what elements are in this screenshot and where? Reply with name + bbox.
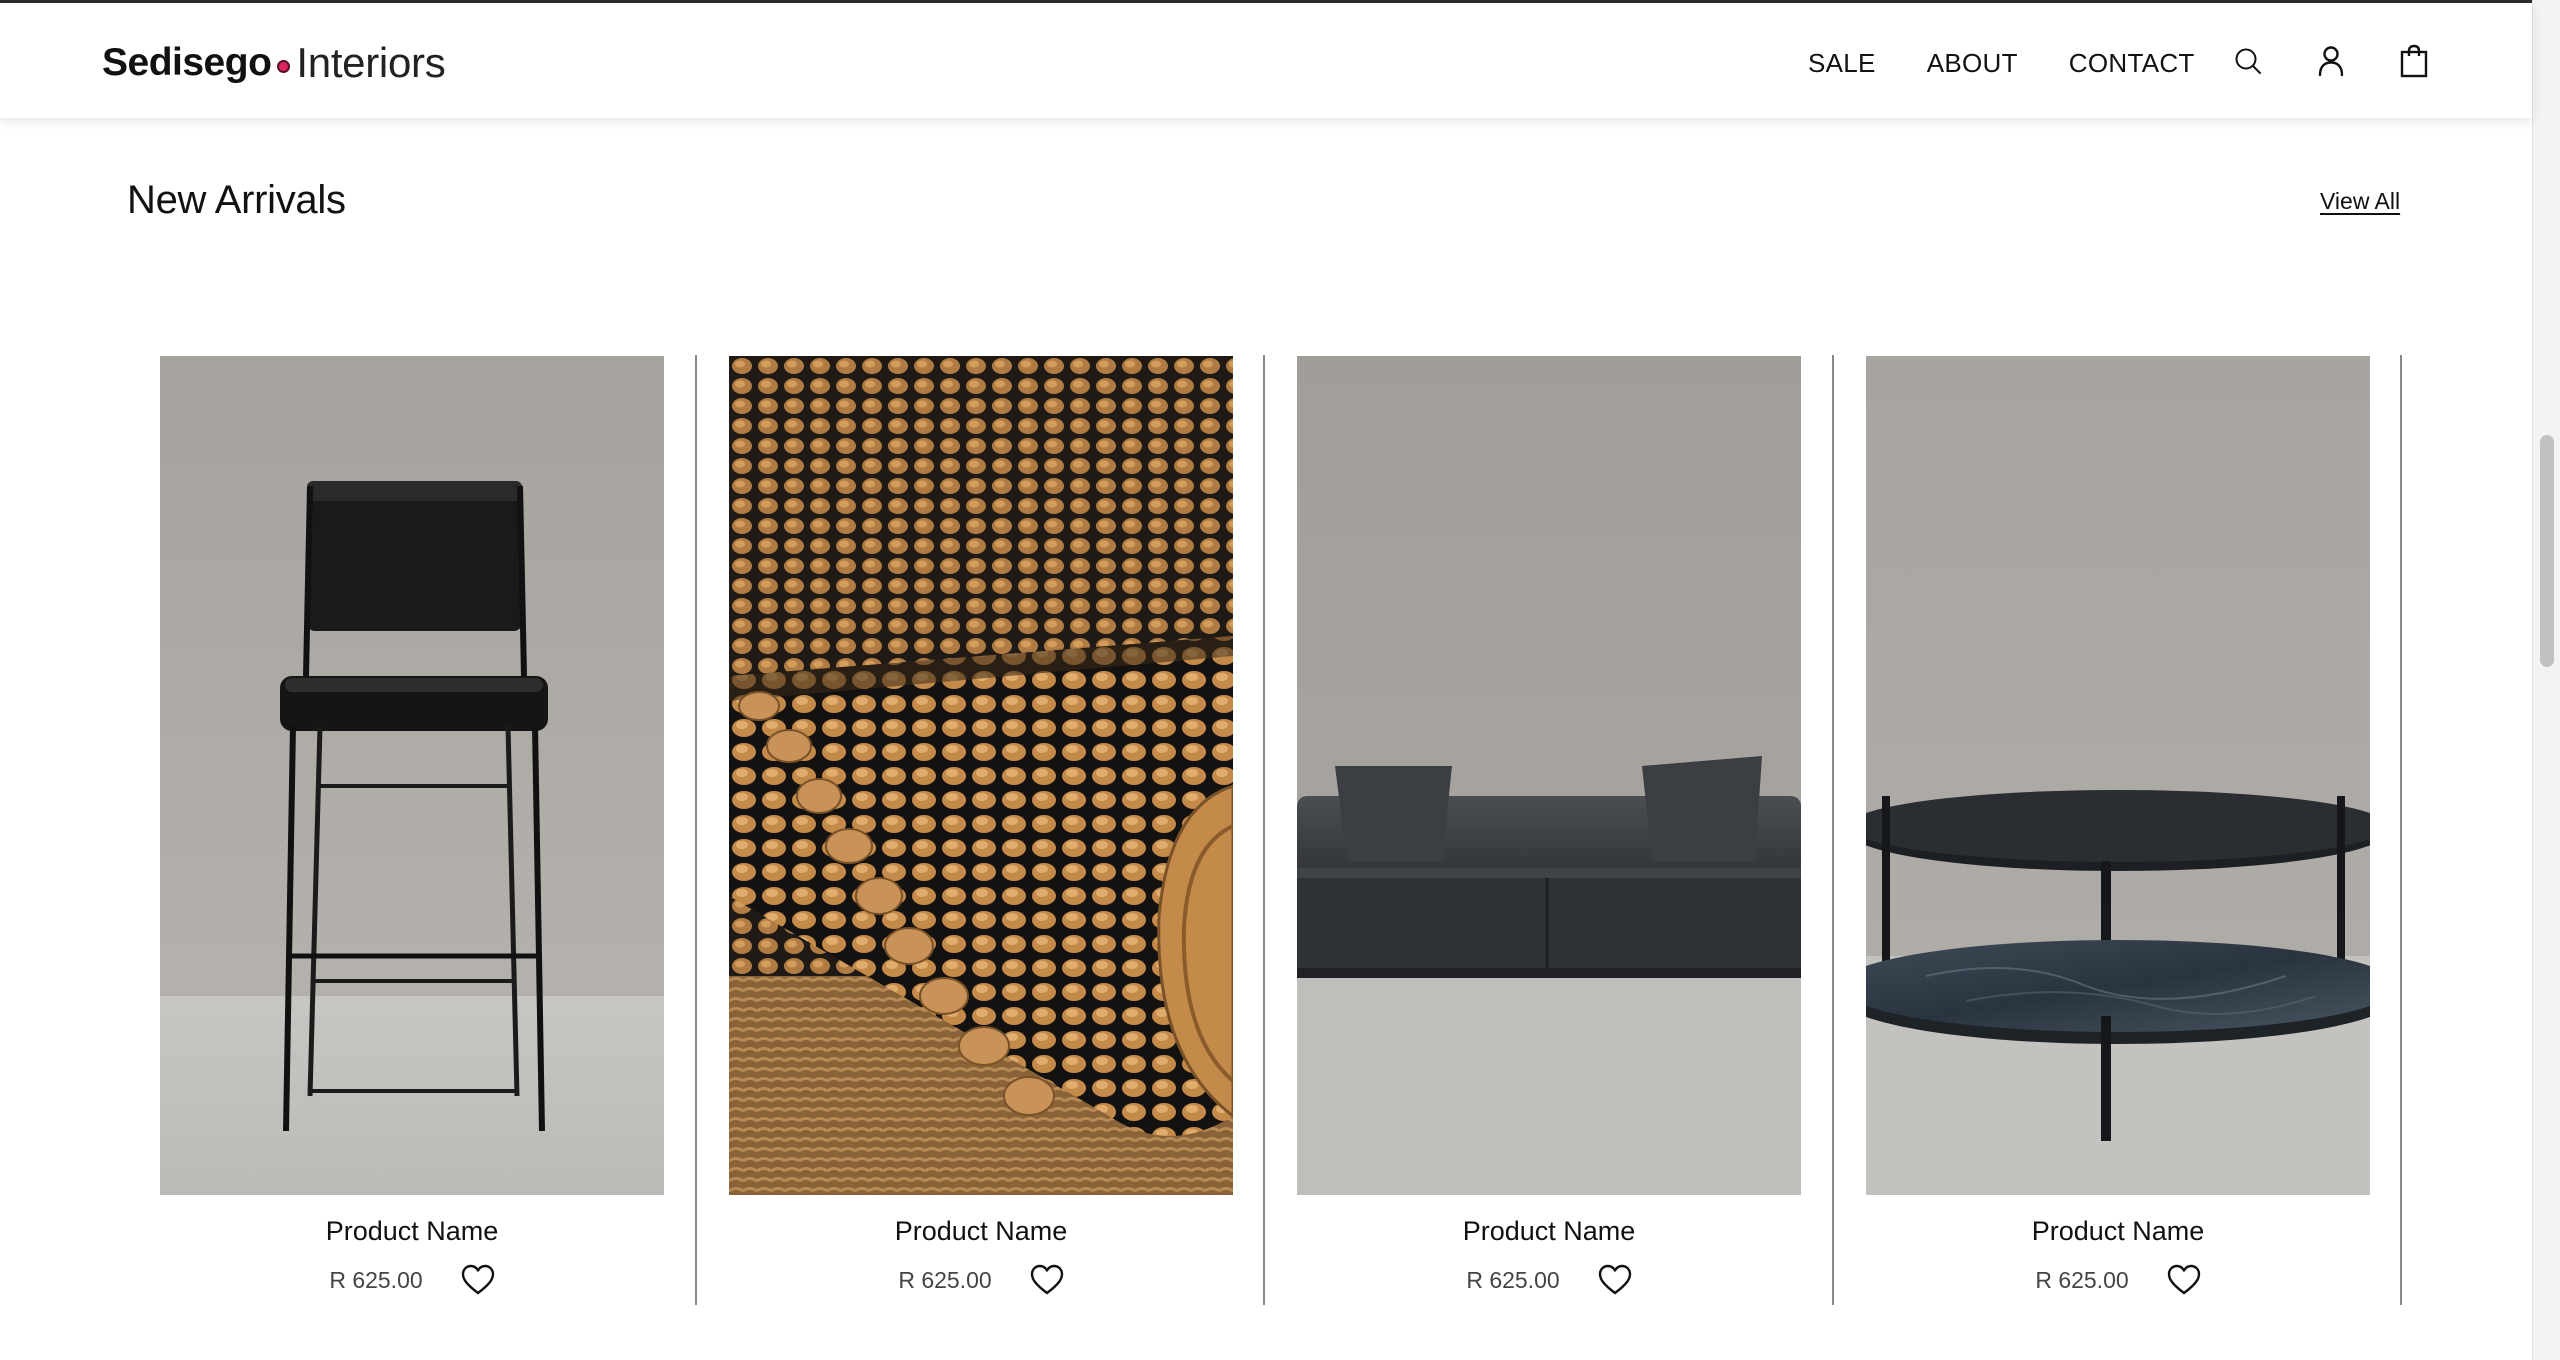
logo[interactable]: Sedisego Interiors	[102, 33, 446, 93]
product-card[interactable]: Product Name R 625.00	[1297, 356, 1801, 1295]
nav-about-link[interactable]: ABOUT	[1927, 41, 2018, 85]
product-name[interactable]: Product Name	[1866, 1216, 2370, 1247]
logo-dot	[277, 59, 291, 73]
price-row: R 625.00	[1866, 1264, 2370, 1296]
product-carousel: Product Name R 625.00 Product Name R 625…	[0, 0, 2532, 1360]
site-header: Sedisego Interiors SALE ABOUT CONTACT	[0, 3, 2532, 118]
main-nav: SALE ABOUT CONTACT	[1808, 41, 2195, 85]
search-icon[interactable]	[2230, 43, 2266, 79]
shopping-bag-icon[interactable]	[2396, 43, 2432, 79]
product-divider	[2400, 355, 2402, 1305]
product-name[interactable]: Product Name	[1297, 1216, 1801, 1247]
product-image-bar-stool[interactable]	[160, 356, 664, 1195]
product-price: R 625.00	[1466, 1266, 1560, 1293]
header-icons	[2230, 43, 2432, 79]
nav-sale-link[interactable]: SALE	[1808, 41, 1876, 85]
price-row: R 625.00	[729, 1264, 1233, 1296]
heart-icon[interactable]	[461, 1264, 495, 1296]
product-price: R 625.00	[2035, 1266, 2129, 1293]
logo-sub-text: Interiors	[296, 39, 446, 86]
vertical-scrollbar[interactable]	[2532, 0, 2560, 1360]
logo-main-text: Sedisego	[102, 41, 272, 84]
product-image-woven-rug[interactable]	[729, 356, 1233, 1195]
product-divider	[1832, 355, 1834, 1305]
nav-contact-link[interactable]: CONTACT	[2069, 41, 2195, 85]
product-price: R 625.00	[898, 1266, 992, 1293]
product-price: R 625.00	[329, 1266, 423, 1293]
product-divider	[695, 355, 697, 1305]
product-card[interactable]: Product Name R 625.00	[1866, 356, 2370, 1295]
price-row: R 625.00	[160, 1264, 664, 1296]
heart-icon[interactable]	[2167, 1264, 2201, 1296]
heart-icon[interactable]	[1598, 1264, 1632, 1296]
product-image-round-coffee-table[interactable]	[1866, 356, 2370, 1195]
product-image-leather-sofa[interactable]	[1297, 356, 1801, 1195]
page: Sedisego Interiors SALE ABOUT CONTACT Ne…	[0, 0, 2560, 1360]
price-row: R 625.00	[1297, 1264, 1801, 1296]
product-name[interactable]: Product Name	[729, 1216, 1233, 1247]
scrollbar-thumb[interactable]	[2540, 435, 2554, 667]
heart-icon[interactable]	[1030, 1264, 1064, 1296]
account-icon[interactable]	[2313, 43, 2349, 79]
product-divider	[1263, 355, 1265, 1305]
product-name[interactable]: Product Name	[160, 1216, 664, 1247]
product-card[interactable]: Product Name R 625.00	[160, 356, 664, 1295]
product-card[interactable]: Product Name R 625.00	[729, 356, 1233, 1295]
